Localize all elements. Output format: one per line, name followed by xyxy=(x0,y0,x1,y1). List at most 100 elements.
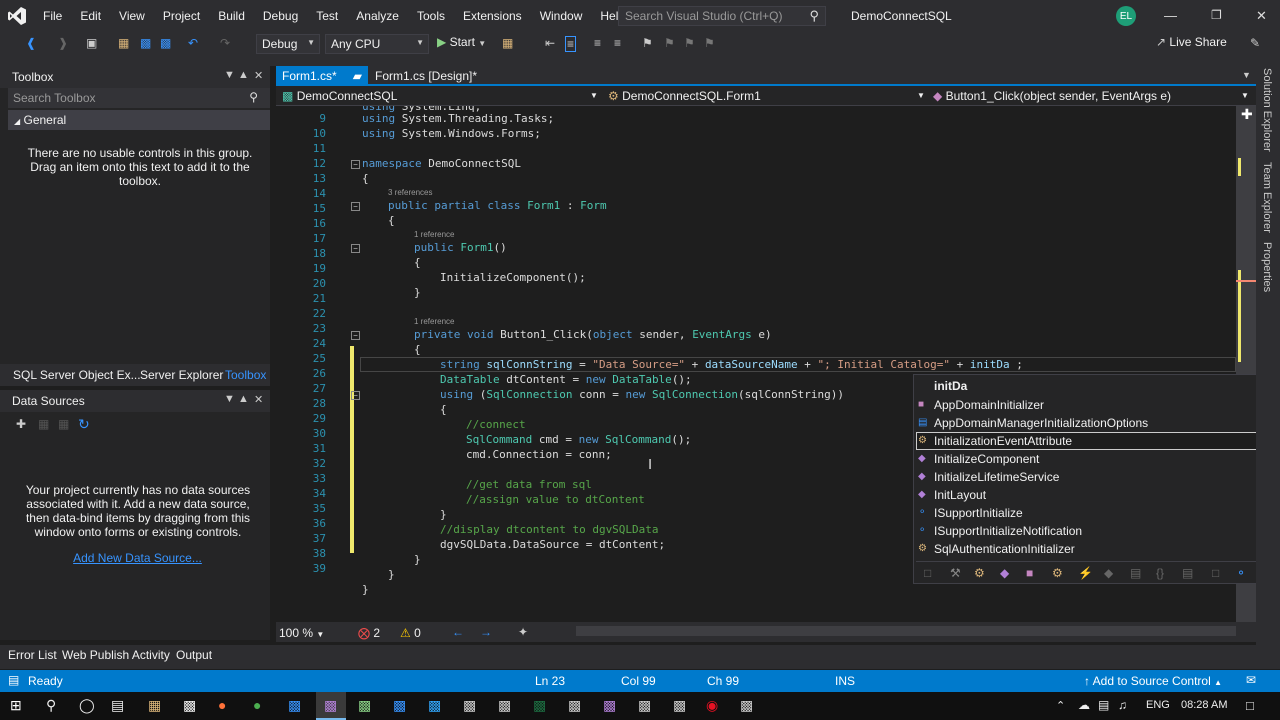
split-icon[interactable]: ✚ xyxy=(1241,106,1253,123)
toolbox-search-input[interactable]: Search Toolbox ⚲ xyxy=(8,88,270,108)
filter-enum-icon[interactable]: ▤ xyxy=(1130,566,1141,580)
taskbar-clock[interactable]: 08:28 AM xyxy=(1181,699,1227,711)
tab-web-publish-activity[interactable]: Web Publish Activity xyxy=(62,648,170,662)
firefox-icon[interactable]: ● xyxy=(218,697,226,713)
prev-bookmark-icon[interactable]: ⚑ xyxy=(664,36,675,50)
visual-studio-logo-icon[interactable] xyxy=(0,0,34,32)
close-icon[interactable]: ✕ xyxy=(254,69,263,82)
new-project-icon[interactable]: ▣ xyxy=(86,36,97,50)
status-insert-mode[interactable]: INS xyxy=(835,674,855,688)
tray-app-icon[interactable]: ☁ xyxy=(1078,698,1090,712)
tab-form1-cs[interactable]: Form1.cs* ▰ xyxy=(276,66,368,86)
toolbar-tool-icon[interactable]: ▦ xyxy=(502,36,513,50)
horizontal-scrollbar[interactable] xyxy=(576,626,1236,636)
record-icon[interactable]: ◉ xyxy=(706,697,718,714)
project-dropdown[interactable]: ▩ DemoConnectSQL xyxy=(282,89,397,103)
next-issue-icon[interactable]: → xyxy=(480,625,492,639)
live-share-button[interactable]: ↗ Live Share xyxy=(1156,35,1227,49)
premiere-icon[interactable]: ▩ xyxy=(603,697,616,714)
input-language[interactable]: ENG xyxy=(1146,699,1170,711)
photoshop-icon[interactable]: ▩ xyxy=(428,697,441,714)
chevron-down-icon[interactable]: ▼ xyxy=(590,91,598,100)
filter-method-icon[interactable]: ◆ xyxy=(1000,566,1009,580)
filter-event-icon[interactable]: ⚡ xyxy=(1078,566,1093,580)
tab-solution-explorer[interactable]: Solution Explorer xyxy=(1261,68,1273,152)
tab-form1-design[interactable]: Form1.cs [Design]* xyxy=(369,66,483,86)
search-icon[interactable]: ⚲ xyxy=(46,697,56,714)
codelens-references[interactable]: 3 references xyxy=(388,188,432,197)
action-center-icon[interactable]: □ xyxy=(1246,698,1254,713)
close-icon[interactable]: ✕ xyxy=(254,393,263,406)
task-view-icon[interactable]: ▤ xyxy=(111,697,124,714)
filter-class-icon[interactable]: ⚙ xyxy=(974,566,985,580)
search-input[interactable]: Search Visual Studio (Ctrl+Q) ⚲ xyxy=(618,6,826,26)
chevron-down-icon[interactable]: ▼ xyxy=(917,91,925,100)
store-icon[interactable]: ▩ xyxy=(183,697,196,714)
tab-error-list[interactable]: Error List xyxy=(8,648,57,662)
notifications-icon[interactable]: ✉ xyxy=(1246,673,1256,687)
visual-studio-taskbar-button[interactable]: ▩ xyxy=(316,692,346,720)
tab-sql-server-object-explorer[interactable]: SQL Server Object Ex... xyxy=(13,368,141,382)
menu-window[interactable]: Window xyxy=(531,9,592,23)
search-icon[interactable]: ⚲ xyxy=(249,90,258,104)
filter-namespace-icon[interactable]: {} xyxy=(1156,566,1164,580)
bookmark-icon[interactable]: ⚑ xyxy=(642,36,653,50)
app-icon[interactable]: ▩ xyxy=(568,697,581,714)
filter-module-icon[interactable]: ▤ xyxy=(1182,566,1193,580)
app-icon[interactable]: ▩ xyxy=(498,697,511,714)
align-toggle-icon[interactable]: ≡ xyxy=(565,36,577,52)
pin-icon[interactable]: ▰ xyxy=(353,69,362,83)
start-button[interactable]: ▶ Start ▼ xyxy=(437,35,486,49)
tab-overflow-icon[interactable]: ▼ xyxy=(1242,70,1251,80)
fold-icon[interactable]: − xyxy=(351,391,360,400)
notepad-icon[interactable]: ▩ xyxy=(358,697,371,714)
menu-extensions[interactable]: Extensions xyxy=(454,9,531,23)
edit-dataset-icon[interactable]: ▦ xyxy=(38,417,49,431)
zoom-select[interactable]: 100 % ▼ xyxy=(279,626,324,640)
warning-count[interactable]: ⚠ 0 xyxy=(400,626,421,640)
previous-issue-icon[interactable]: ← xyxy=(452,625,464,639)
refresh-icon[interactable]: ↻ xyxy=(78,416,90,433)
search-icon[interactable]: ⚲ xyxy=(809,8,819,24)
save-all-icon[interactable]: ▩ xyxy=(160,36,171,50)
code-cleanup-icon[interactable]: ✦ xyxy=(518,625,528,639)
feedback-icon[interactable]: ✎ xyxy=(1250,36,1260,50)
filter-snippet-icon[interactable]: □ xyxy=(1212,566,1219,580)
fold-icon[interactable]: − xyxy=(351,244,360,253)
maximize-icon[interactable]: ❐ xyxy=(1211,8,1222,22)
tab-server-explorer[interactable]: Server Explorer xyxy=(140,368,223,382)
menu-edit[interactable]: Edit xyxy=(71,9,110,23)
network-icon[interactable]: ▤ xyxy=(1098,698,1109,712)
menu-test[interactable]: Test xyxy=(307,9,347,23)
dropdown-icon[interactable]: ▼ xyxy=(224,393,235,405)
next-bookmark-icon[interactable]: ⚑ xyxy=(684,36,695,50)
comment-icon[interactable]: ≡ xyxy=(594,36,601,50)
forward-icon[interactable]: ❱ xyxy=(58,36,68,50)
chevron-down-icon[interactable]: ▼ xyxy=(1241,91,1249,100)
tab-toolbox[interactable]: Toolbox xyxy=(225,368,266,382)
menu-view[interactable]: View xyxy=(110,9,154,23)
error-count[interactable]: ⨂ 2 xyxy=(358,626,380,640)
menu-analyze[interactable]: Analyze xyxy=(347,9,408,23)
toolbox-group-general[interactable]: ◢ General xyxy=(8,110,270,130)
config-select[interactable]: Debug ▼ xyxy=(256,34,320,54)
undo-icon[interactable]: ↶ xyxy=(188,36,198,50)
uncomment-icon[interactable]: ≡ xyxy=(614,36,621,50)
add-to-source-control-button[interactable]: ↑ Add to Source Control ▲ xyxy=(1084,674,1222,688)
add-new-data-source-link[interactable]: Add New Data Source... xyxy=(0,551,275,565)
vs-code-icon[interactable]: ▩ xyxy=(288,697,301,714)
menu-tools[interactable]: Tools xyxy=(408,9,454,23)
app-icon[interactable]: ▩ xyxy=(740,697,753,714)
close-icon[interactable]: ✕ xyxy=(1256,8,1267,24)
terminal-icon[interactable]: ▩ xyxy=(673,697,686,714)
tab-team-explorer[interactable]: Team Explorer xyxy=(1261,162,1273,233)
tab-properties[interactable]: Properties xyxy=(1261,242,1273,292)
filter-field-icon[interactable]: ◆ xyxy=(1104,566,1113,580)
clear-bookmark-icon[interactable]: ⚑ xyxy=(704,36,715,50)
pin-icon[interactable]: ▲ xyxy=(238,393,249,405)
filter-delegate-icon[interactable]: ■ xyxy=(1026,566,1033,580)
filter-keyword-icon[interactable]: □ xyxy=(924,566,931,580)
menu-file[interactable]: File xyxy=(34,9,71,23)
file-explorer-icon[interactable]: ▦ xyxy=(148,697,161,714)
minimize-icon[interactable]: — xyxy=(1164,8,1177,23)
